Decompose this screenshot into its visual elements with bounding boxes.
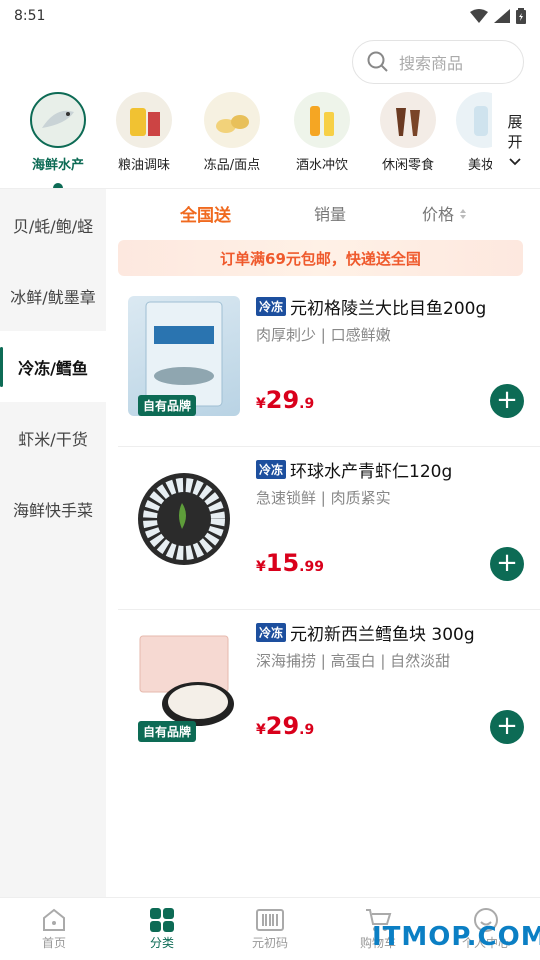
category-label: 粮油调味 [117,158,170,173]
promo-banner[interactable]: 订单满69元包邮，快递送全国 [118,240,523,276]
tab-label: 元初码 [251,936,288,950]
plus-icon: + [496,548,518,578]
plus-icon: + [496,711,518,741]
snack-icon [380,92,436,148]
price-integer: 15 [265,549,300,577]
sort-arrows-icon [460,209,467,219]
product-image: 自有品牌 [128,296,240,416]
category-beauty[interactable]: 美妆 [440,92,492,173]
sidebar-item-dried-shrimp[interactable]: 虾米/干货 [0,402,106,473]
frozen-tag: 冷冻 [256,297,287,316]
search-box[interactable]: 搜索商品 [352,40,524,84]
category-scroller[interactable]: 海鲜水产 粮油调味 冻品/面点 酒水冲饮 休闲零食 美妆 [0,92,540,190]
expand-button[interactable]: 展开 [502,112,528,172]
product-subtitle: 深海捕捞 | 高蛋白 | 自然淡甜 [256,652,451,670]
status-bar: 8:51 [0,0,540,32]
signal-icon [494,9,510,23]
category-label: 美妆 [468,158,492,173]
frozen-tag: 冷冻 [256,460,287,479]
category-label: 酒水冲饮 [295,158,348,173]
sidebar: 贝/蚝/鲍/蛏 冰鲜/鱿墨章 冷冻/鳕鱼 虾米/干货 海鲜快手菜 [0,189,106,897]
product-title-row: 冷冻 元初格陵兰大比目鱼200g [256,294,526,319]
product-image: 自有品牌 [128,622,240,742]
plus-icon: + [496,385,518,415]
sidebar-item-label: 虾米/干货 [18,429,88,449]
home-icon [43,908,65,931]
price-integer: 29 [265,386,300,414]
sort-bar: 全国送 销量 价格 [106,192,540,234]
brand-badge: 自有品牌 [138,721,197,742]
frozen-tag: 冷冻 [256,623,287,642]
product-image [128,459,240,579]
product-title: 元初格陵兰大比目鱼200g [290,299,487,319]
battery-icon [516,8,526,24]
sidebar-item-chilled-squid[interactable]: 冰鲜/鱿墨章 [0,260,106,331]
seafood-icon [30,92,86,148]
category-snacks[interactable]: 休闲零食 [368,92,448,173]
product-price: ¥15.99 [256,549,324,577]
product-price: ¥29.9 [256,712,314,740]
beauty-icon [456,92,492,148]
tab-home[interactable]: 首页 [0,898,108,960]
product-title: 环球水产青虾仁120g [290,462,453,482]
product-title-row: 冷冻 环球水产青虾仁120g [256,457,526,482]
product-list: 自有品牌 冷冻 元初格陵兰大比目鱼200g 肉厚刺少 | 口感鲜嫩 ¥29.9 … [118,284,540,773]
oil-icon [116,92,172,148]
sidebar-item-label: 海鲜快手菜 [12,500,93,520]
product-title: 元初新西兰鳕鱼块 300g [290,625,475,645]
frozen-food-icon [204,92,260,148]
product-card[interactable]: 自有品牌 冷冻 元初新西兰鳕鱼块 300g 深海捕捞 | 高蛋白 | 自然淡甜 … [118,610,540,773]
sort-price[interactable]: 价格 [422,201,467,225]
chevron-down-icon [509,158,521,166]
sort-sales[interactable]: 销量 [314,201,346,225]
tab-label: 分类 [149,936,174,950]
expand-label: 展开 [507,113,523,151]
price-decimal: .99 [299,559,324,575]
sort-nationwide[interactable]: 全国送 [180,201,231,226]
currency-symbol: ¥ [256,396,266,412]
add-to-cart-button[interactable]: + [490,547,524,581]
sort-price-label: 价格 [422,205,455,224]
tab-code[interactable]: 元初码 [216,898,324,960]
search-placeholder: 搜索商品 [399,54,464,73]
price-decimal: .9 [299,396,315,412]
price-integer: 29 [265,712,300,740]
product-card[interactable]: 冷冻 环球水产青虾仁120g 急速锁鲜 | 肉质紧实 ¥15.99 + [118,447,540,610]
currency-symbol: ¥ [256,559,266,575]
tab-category[interactable]: 分类 [108,898,216,960]
drinks-icon [294,92,350,148]
price-decimal: .9 [299,722,315,738]
product-subtitle: 急速锁鲜 | 肉质紧实 [256,489,391,507]
grid-icon [150,908,174,932]
category-label: 休闲零食 [381,158,434,173]
sidebar-item-frozen-cod[interactable]: 冷冻/鳕鱼 [0,331,106,402]
product-price: ¥29.9 [256,386,314,414]
brand-badge: 自有品牌 [138,395,197,416]
sidebar-item-shellfish[interactable]: 贝/蚝/鲍/蛏 [0,189,106,260]
barcode-icon [256,909,284,931]
category-drinks[interactable]: 酒水冲饮 [282,92,362,173]
sidebar-item-quick-dishes[interactable]: 海鲜快手菜 [0,473,106,544]
category-seafood[interactable]: 海鲜水产 [18,92,98,189]
add-to-cart-button[interactable]: + [490,710,524,744]
search-icon [367,51,388,72]
category-frozen[interactable]: 冻品/面点 [192,92,272,173]
category-label: 海鲜水产 [31,158,84,173]
currency-symbol: ¥ [256,722,266,738]
product-title-row: 冷冻 元初新西兰鳕鱼块 300g [256,620,526,645]
sidebar-item-label: 冷冻/鳕鱼 [18,358,88,378]
product-card[interactable]: 自有品牌 冷冻 元初格陵兰大比目鱼200g 肉厚刺少 | 口感鲜嫩 ¥29.9 … [118,284,540,447]
status-time: 8:51 [14,8,46,24]
category-grain-oil[interactable]: 粮油调味 [104,92,184,173]
sidebar-item-label: 贝/蚝/鲍/蛏 [12,216,94,236]
wifi-icon [470,9,488,23]
sidebar-item-label: 冰鲜/鱿墨章 [10,287,96,307]
status-icons [470,8,526,24]
tab-label: 首页 [41,936,66,950]
add-to-cart-button[interactable]: + [490,384,524,418]
product-subtitle: 肉厚刺少 | 口感鲜嫩 [256,326,391,344]
watermark: ITMOP.COM [372,922,540,952]
category-label: 冻品/面点 [203,158,261,173]
